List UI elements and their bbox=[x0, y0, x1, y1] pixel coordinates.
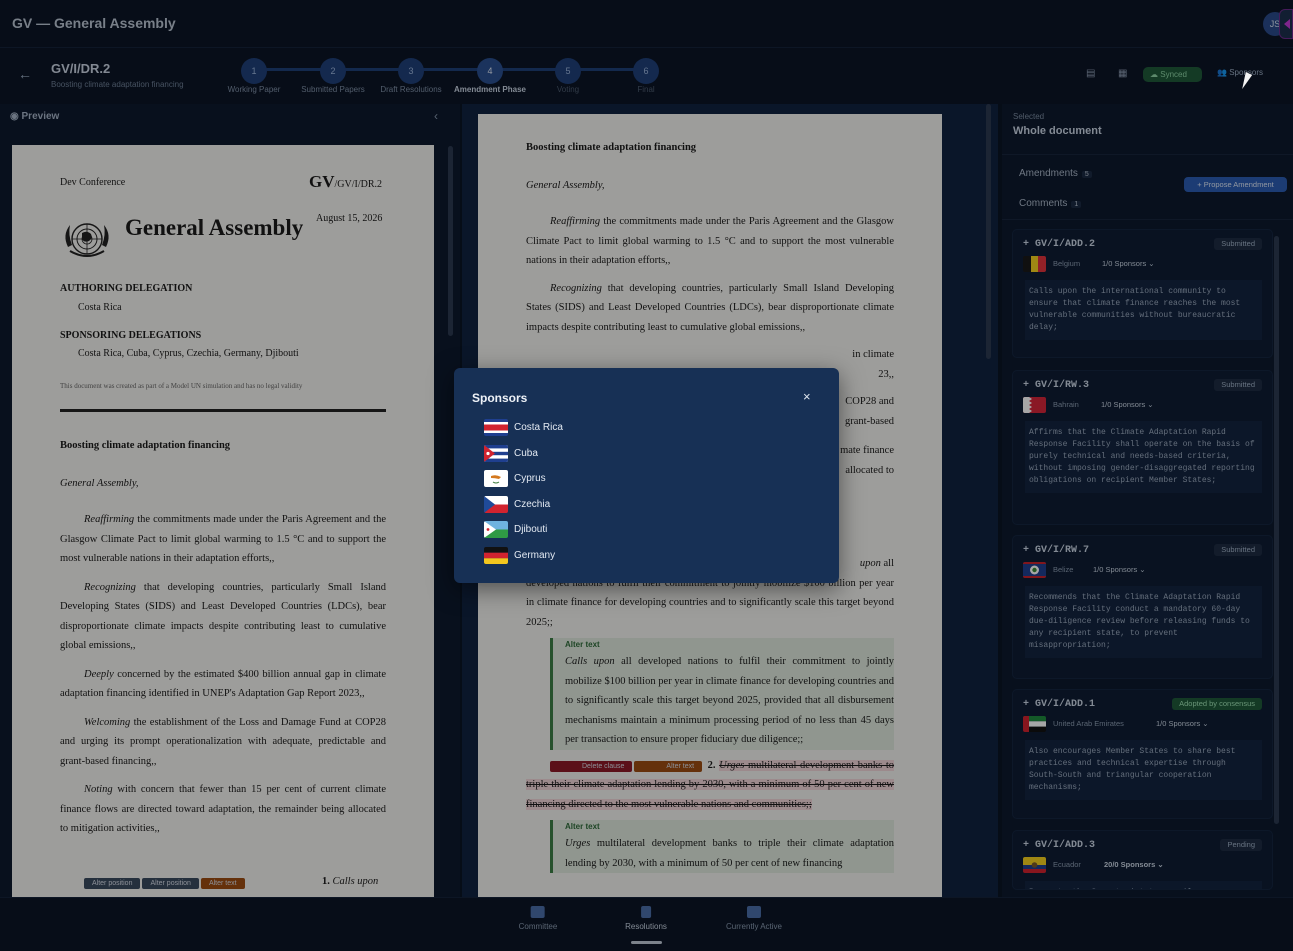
costa-rica-flag-icon bbox=[484, 419, 508, 436]
germany-flag-icon bbox=[484, 547, 508, 564]
sponsor-name: Djibouti bbox=[514, 524, 548, 535]
czechia-flag-icon bbox=[484, 496, 508, 513]
sponsor-name: Cyprus bbox=[514, 473, 546, 484]
sponsor-name: Costa Rica bbox=[514, 422, 563, 433]
sponsors-modal: Sponsors × Costa Rica Cuba Cyprus Czechi… bbox=[454, 368, 839, 583]
modal-title: Sponsors bbox=[472, 391, 528, 405]
cuba-flag-icon bbox=[484, 445, 508, 462]
djibouti-flag-icon bbox=[484, 521, 508, 538]
close-icon[interactable]: × bbox=[803, 389, 811, 404]
app-root: GV — General Assembly JS ← GV/I/DR.2 Boo… bbox=[0, 0, 1293, 951]
sponsor-name: Cuba bbox=[514, 448, 538, 459]
sponsor-name: Czechia bbox=[514, 499, 551, 510]
cyprus-flag-icon bbox=[484, 470, 508, 487]
sponsor-name: Germany bbox=[514, 550, 556, 561]
